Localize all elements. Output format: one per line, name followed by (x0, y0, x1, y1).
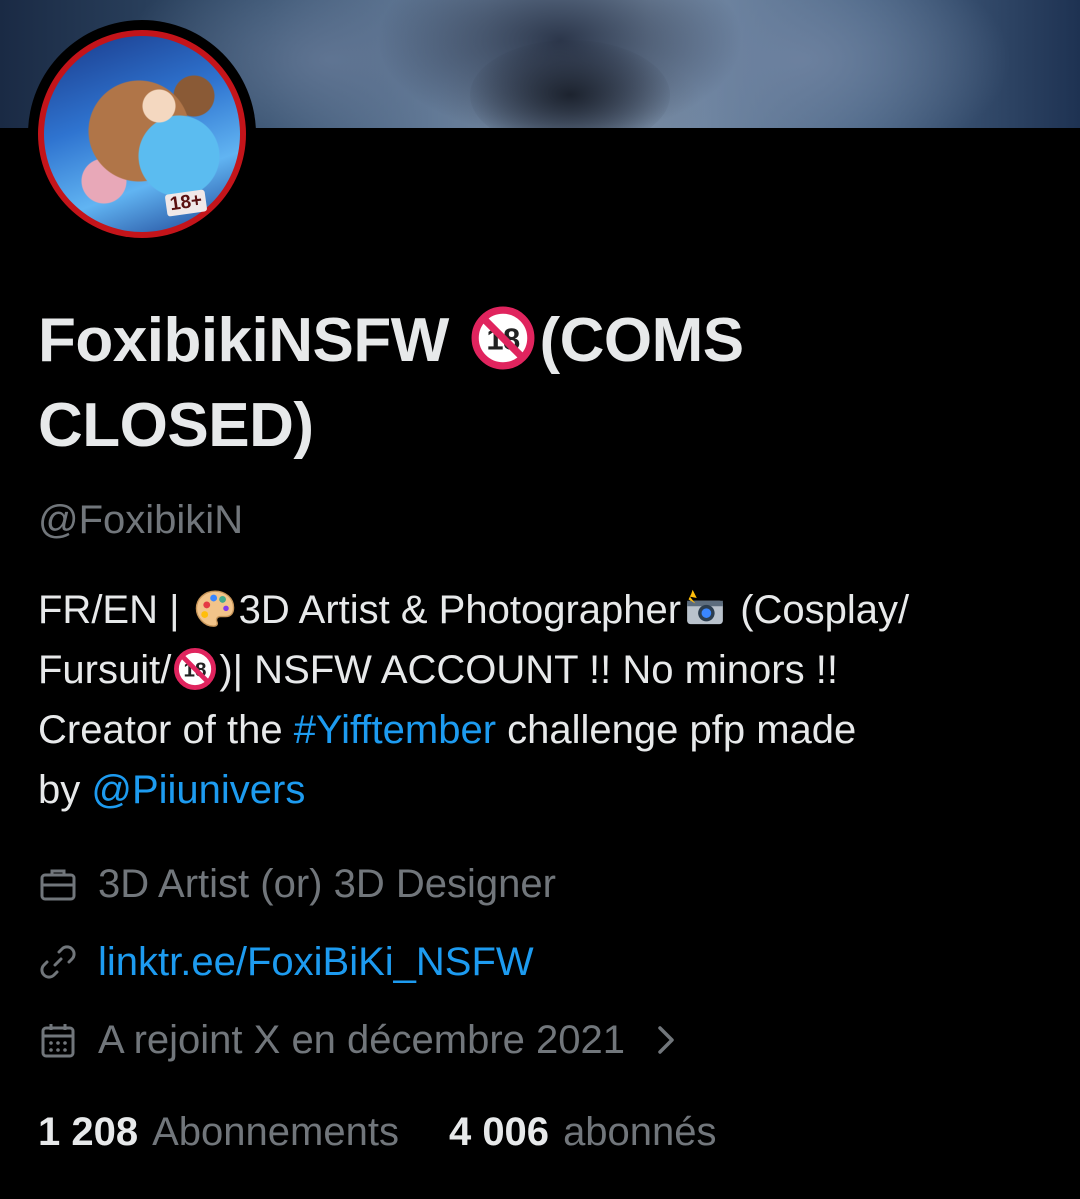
followers-count: 4 006 (448, 1110, 550, 1154)
profile-bio: FR/EN | 3D Artist & Photographer (Cospla… (38, 580, 1048, 820)
followers-label: abonnés (563, 1110, 717, 1154)
link-icon (40, 945, 76, 979)
no-one-under-eighteen-icon: 18 (471, 306, 534, 370)
camera-with-flash-icon (687, 589, 723, 625)
briefcase-icon (40, 869, 76, 901)
calendar-icon (41, 1024, 75, 1058)
bio-text: )| NSFW ACCOUNT !! No minors !! (219, 648, 838, 692)
profile-stats: 1 208 Abonnements 4 006 abonnés (38, 1106, 767, 1158)
profile-website[interactable]: linktr.ee/FoxiBiKi_NSFW (38, 936, 534, 988)
bio-text: (Cosplay/ (729, 588, 910, 632)
bio-text: by (38, 768, 92, 812)
display-name: FoxibikiNSFW 18(COMS CLOSED) (38, 298, 1038, 468)
profile-join-date[interactable]: A rejoint X en décembre 2021 (38, 1014, 681, 1066)
chevron-right-icon[interactable] (651, 1020, 681, 1060)
bio-line: Fursuit/18)| NSFW ACCOUNT !! No minors !… (38, 640, 1048, 700)
bio-text: 3D Artist & Photographer (238, 588, 682, 632)
following-count: 1 208 (38, 1110, 139, 1154)
website-link[interactable]: linktr.ee/FoxiBiKi_NSFW (98, 940, 534, 985)
bio-text: FR/EN | (38, 588, 191, 632)
banner-photo-detail (470, 40, 670, 128)
join-date-text: A rejoint X en décembre 2021 (98, 1017, 626, 1062)
bio-line: Creator of the #Yifftember challenge pfp… (38, 700, 1048, 760)
no-one-under-eighteen-icon: 18 (174, 648, 217, 690)
profile-job: 3D Artist (or) 3D Designer (38, 858, 556, 910)
avatar-age-badge: 18+ (164, 189, 208, 217)
avatar-image (44, 36, 240, 232)
bio-line: by @Piiunivers (38, 760, 1048, 820)
profile-handle: @FoxibikiN (38, 498, 244, 542)
mention-link[interactable]: @Piiunivers (91, 768, 305, 812)
avatar[interactable]: 18+ (38, 30, 246, 238)
bio-text: Fursuit/ (38, 648, 172, 692)
following-label: Abonnements (152, 1110, 399, 1154)
profile-job-text: 3D Artist (or) 3D Designer (98, 861, 556, 906)
followers-stat[interactable]: 4 006 abonnés (449, 1106, 717, 1158)
bio-line: FR/EN | 3D Artist & Photographer (Cospla… (38, 580, 1048, 640)
artist-palette-icon (195, 590, 234, 627)
bio-text: Creator of the (38, 708, 294, 752)
hashtag-link[interactable]: #Yifftember (294, 708, 496, 752)
following-stat[interactable]: 1 208 Abonnements (38, 1106, 399, 1158)
display-name-text: FoxibikiNSFW (38, 306, 466, 375)
bio-text: challenge pfp made (496, 708, 857, 752)
